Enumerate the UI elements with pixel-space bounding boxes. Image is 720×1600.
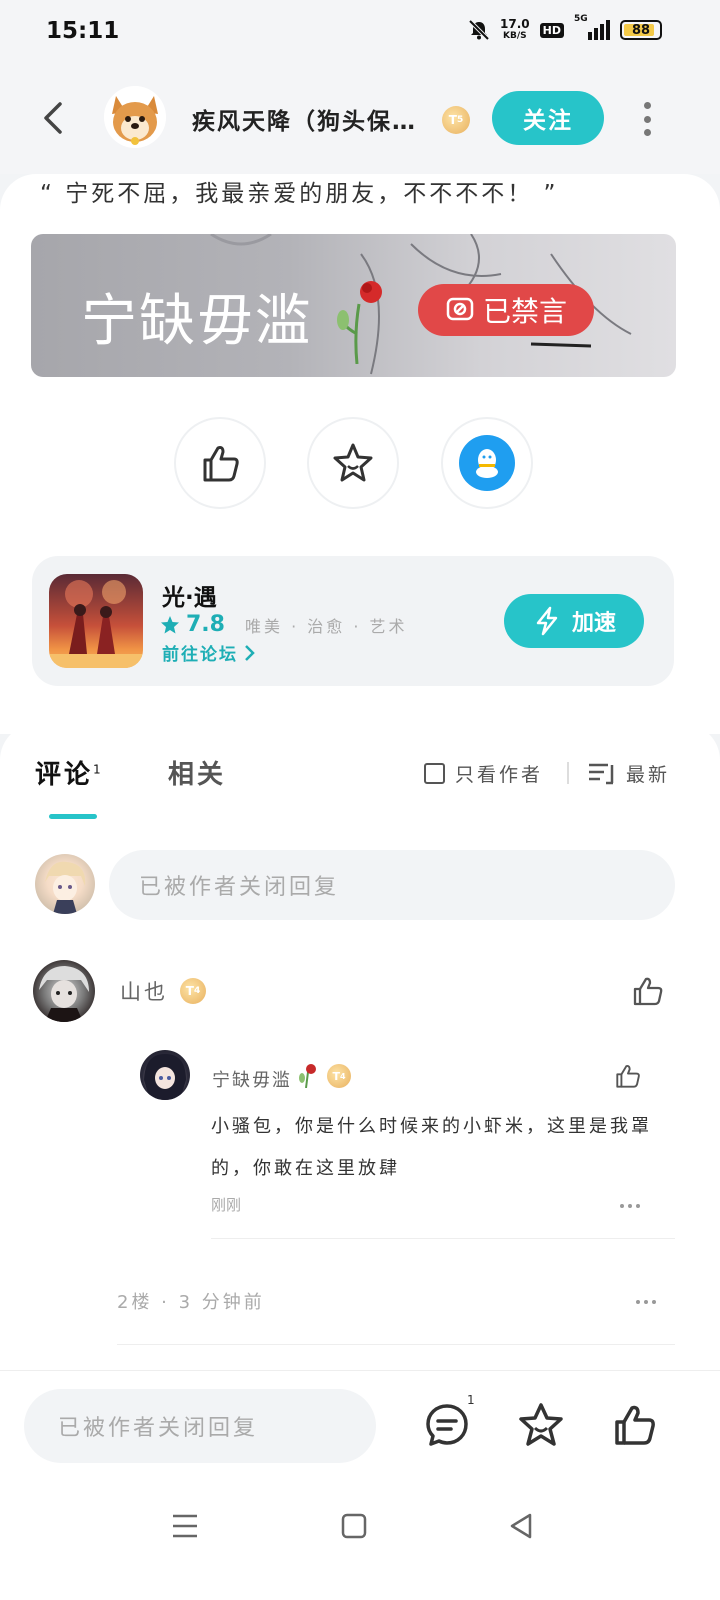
rose-icon xyxy=(337,281,382,364)
author-level-badge: T5 xyxy=(442,106,470,134)
sub-reply-like-icon[interactable] xyxy=(614,1062,642,1090)
sub-reply-level-badge: T4 xyxy=(327,1064,351,1088)
post-header: 疾风天降（狗头保… T5 关注 xyxy=(0,64,720,174)
comment-floor-meta: 2楼 · 3 分钟前 xyxy=(117,1292,265,1313)
my-avatar xyxy=(35,854,95,914)
game-icon[interactable] xyxy=(49,574,143,668)
qq-icon xyxy=(459,435,515,491)
banner-title: 宁缺毋滥 xyxy=(81,289,313,354)
menu-icon[interactable] xyxy=(171,1513,199,1539)
sub-reply: 宁缺毋滥 T4 小骚包，你是什么时候来的小虾米，这里是我罩的，你敢在这里放肆 刚… xyxy=(115,1050,675,1240)
comment-like-icon[interactable] xyxy=(631,974,665,1008)
post-quote: “ 宁死不屈，我最亲爱的朋友，不不不不！ ” xyxy=(40,181,559,207)
game-tag: 治愈 xyxy=(307,616,346,636)
thumbs-up-icon xyxy=(203,446,239,482)
game-tag: 艺术 xyxy=(369,616,408,636)
post-banner: 宁缺毋滥 已禁言 xyxy=(31,234,676,377)
game-name[interactable]: 光·遇 xyxy=(162,578,217,612)
game-rating: 7.8 唯美 · 治愈 · 艺术 xyxy=(160,612,408,637)
commenter-name[interactable]: 山也 xyxy=(120,976,168,1006)
chevron-right-icon xyxy=(245,644,255,661)
star-icon xyxy=(333,443,373,482)
commenter-level: 4 xyxy=(193,986,201,996)
share-qq-button[interactable] xyxy=(441,417,533,509)
commenter-avatar[interactable] xyxy=(33,960,95,1022)
favorite-post-button[interactable] xyxy=(307,417,399,509)
bottom-bar: 已被作者关闭回复 1 xyxy=(0,1370,720,1600)
author-level: 5 xyxy=(456,115,464,125)
like-icon[interactable] xyxy=(611,1401,659,1449)
muted-badge-label: 已禁言 xyxy=(482,295,567,328)
commenter-level-badge: T4 xyxy=(180,978,206,1004)
game-icon-image xyxy=(49,580,143,668)
net-speed-value: 17.0 xyxy=(500,17,530,31)
author-only-label: 只看作者 xyxy=(455,764,544,786)
sub-reply-avatar[interactable] xyxy=(140,1050,190,1100)
sort-button[interactable]: 最新 xyxy=(588,760,670,787)
game-tags: 唯美 · 治愈 · 艺术 xyxy=(244,616,408,636)
speed-button-label: 加速 xyxy=(571,611,616,636)
comment-icon[interactable] xyxy=(423,1401,471,1449)
sub-reply-avatar-image xyxy=(144,1054,186,1100)
filter-divider xyxy=(567,762,569,784)
sub-reply-name-text: 宁缺毋滥 xyxy=(212,1070,292,1091)
home-icon[interactable] xyxy=(341,1513,367,1539)
tab-comments-label: 评论 xyxy=(35,760,94,790)
mute-bell-icon xyxy=(468,19,490,41)
author-only-checkbox[interactable] xyxy=(424,763,445,784)
sort-icon xyxy=(589,763,614,784)
battery-level: 88 xyxy=(631,22,651,38)
rating-value: 7.8 xyxy=(186,612,225,637)
rating-star-icon xyxy=(161,615,179,633)
status-bar: 15:11 17.0 KB/S HD 5G 88 xyxy=(0,0,720,64)
battery-icon: 88 xyxy=(620,20,662,40)
author-only-toggle[interactable]: 只看作者 xyxy=(424,760,543,787)
tab-related[interactable]: 相关 xyxy=(168,754,226,791)
comment-count: 1 xyxy=(467,1393,475,1407)
sort-label: 最新 xyxy=(626,764,671,786)
author-avatar[interactable] xyxy=(104,86,166,148)
muted-badge: 已禁言 xyxy=(418,284,594,336)
game-tag: 唯美 xyxy=(244,616,283,636)
bottom-reply-input[interactable]: 已被作者关闭回复 xyxy=(24,1389,376,1463)
network-label: 5G xyxy=(574,14,588,24)
favorite-icon[interactable] xyxy=(517,1401,565,1449)
tab-active-indicator xyxy=(49,814,97,819)
reply-input[interactable]: 已被作者关闭回复 xyxy=(109,850,675,920)
sub-reply-more-icon[interactable] xyxy=(620,1204,640,1208)
my-avatar-image xyxy=(45,861,86,914)
rose-icon xyxy=(299,1064,316,1088)
back-icon[interactable] xyxy=(36,96,72,140)
sub-reply-text: 小骚包，你是什么时候来的小虾米，这里是我罩的，你敢在这里放肆 xyxy=(211,1116,652,1179)
status-icons: 17.0 KB/S HD 5G 88 xyxy=(468,14,662,42)
net-speed-unit: KB/S xyxy=(503,31,527,41)
divider xyxy=(117,1344,675,1345)
follow-button[interactable]: 关注 xyxy=(492,91,604,145)
lightning-icon xyxy=(536,606,558,636)
commenter-avatar-image xyxy=(39,966,89,1022)
tab-comments-count: 1 xyxy=(93,762,104,777)
author-name[interactable]: 疾风天降（狗头保… xyxy=(192,102,417,136)
status-time: 15:11 xyxy=(46,18,120,44)
game-card[interactable]: 光·遇 7.8 唯美 · 治愈 · 艺术 前往论坛 加速 xyxy=(32,556,674,686)
doge-avatar-image xyxy=(104,86,166,148)
divider xyxy=(211,1238,675,1239)
sub-reply-time: 刚刚 xyxy=(211,1196,242,1214)
back-nav-icon[interactable] xyxy=(508,1512,534,1540)
comment-more-icon[interactable] xyxy=(636,1300,656,1304)
hd-badge: HD xyxy=(539,22,564,38)
system-nav-bar xyxy=(0,1491,720,1561)
like-post-button[interactable] xyxy=(174,417,266,509)
tab-comments[interactable]: 评论1 xyxy=(35,754,104,791)
forum-link-label: 前往论坛 xyxy=(162,645,238,665)
net-speed: 17.0 KB/S xyxy=(500,18,530,42)
comment-section: 评论1 相关 只看作者 最新 已被作者关闭回复 山也 T 4 宁缺毋滥 T 4 … xyxy=(0,724,720,1370)
muted-icon xyxy=(446,297,474,321)
sub-reply-level: 4 xyxy=(339,1071,346,1081)
speed-button[interactable]: 加速 xyxy=(504,594,644,648)
sub-reply-name[interactable]: 宁缺毋滥 xyxy=(212,1066,292,1092)
forum-link[interactable]: 前往论坛 xyxy=(162,640,256,665)
signal-icon: 5G xyxy=(574,14,610,40)
more-options-icon[interactable] xyxy=(640,102,654,136)
